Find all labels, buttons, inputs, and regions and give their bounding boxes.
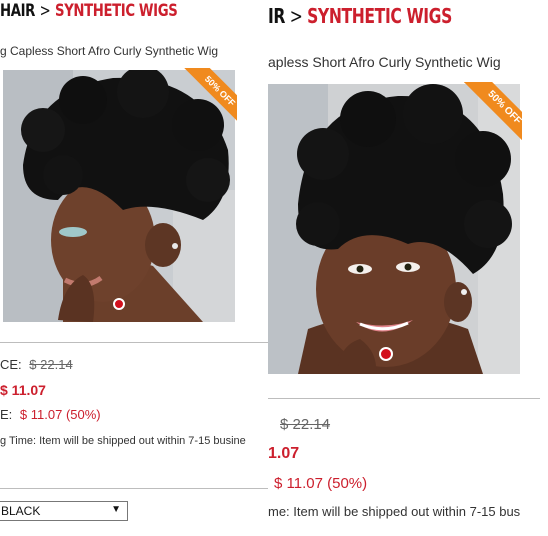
sale-price: 1.07: [268, 445, 300, 462]
you-save-label: E:: [0, 407, 13, 422]
color-select-value: BLACK: [1, 504, 41, 518]
breadcrumb-category-link[interactable]: SYNTHETIC WIGS: [307, 4, 452, 28]
divider: [268, 398, 540, 399]
color-select[interactable]: BLACK ▼: [0, 501, 128, 521]
product-panel-right: IR > SYNTHETIC WIGS apless Short Afro Curl…: [268, 0, 548, 536]
dropdown-arrow-icon: ▼: [111, 504, 121, 515]
breadcrumb-parent-link[interactable]: HAIR: [0, 1, 35, 21]
breadcrumb-separator: >: [39, 1, 51, 21]
product-title: apless Short Afro Curly Synthetic Wig: [268, 54, 501, 70]
discount-badge: 50% OFF: [183, 68, 237, 122]
image-hotspot[interactable]: [379, 347, 393, 361]
product-panel-left: HAIR > SYNTHETIC WIGS g Capless Short Afro…: [0, 0, 268, 536]
list-price-value: $ 22.14: [280, 416, 331, 433]
breadcrumb-separator: >: [289, 4, 303, 28]
shipping-time: me: Item will be shipped out within 7-15…: [268, 504, 521, 519]
breadcrumb-category-link[interactable]: SYNTHETIC WIGS: [55, 1, 178, 21]
you-save-row: E: $ 11.07 (50%): [0, 407, 101, 422]
breadcrumb-parent-link[interactable]: IR: [268, 4, 285, 28]
you-save-value: $ 11.07 (50%): [19, 407, 101, 422]
divider: [0, 342, 268, 343]
breadcrumb: IR > SYNTHETIC WIGS: [268, 4, 452, 28]
list-price-row: CE: $ 22.14: [0, 357, 73, 372]
list-price-value: $ 22.14: [29, 357, 73, 372]
sale-price: $ 11.07: [0, 382, 46, 398]
you-save-value: $ 11.07 (50%): [274, 475, 368, 492]
shipping-time: g Time: Item will be shipped out within …: [0, 435, 246, 447]
image-hotspot[interactable]: [113, 298, 125, 310]
discount-badge: 50% OFF: [464, 82, 522, 140]
breadcrumb: HAIR > SYNTHETIC WIGS: [0, 1, 178, 21]
divider: [0, 488, 268, 489]
discount-badge-label: 50% OFF: [183, 68, 237, 122]
list-price-label: CE:: [0, 357, 22, 372]
discount-badge-label: 50% OFF: [464, 82, 522, 140]
product-title: g Capless Short Afro Curly Synthetic Wig: [0, 44, 219, 58]
